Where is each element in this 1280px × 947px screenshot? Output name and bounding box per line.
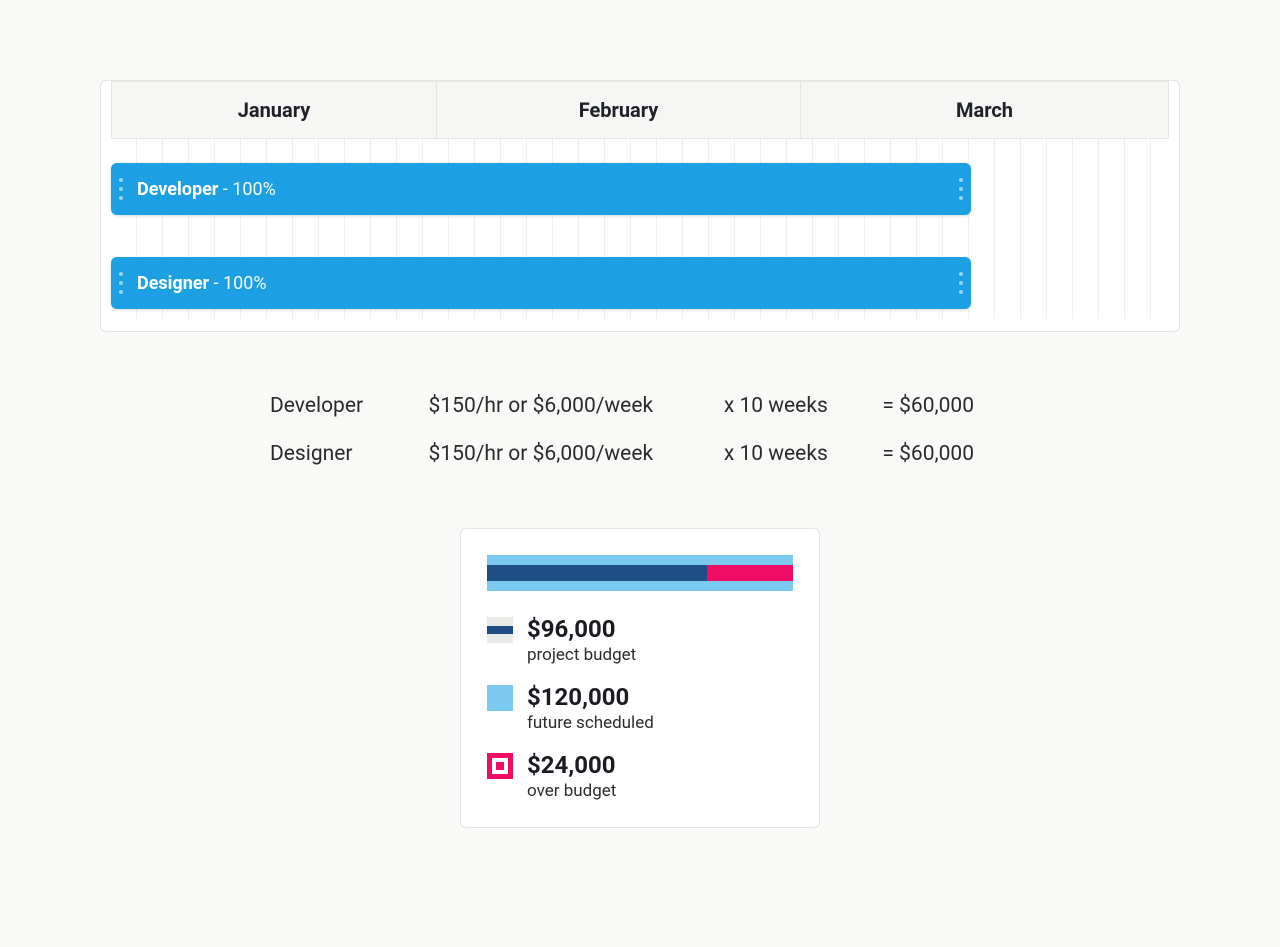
calc-row: Designer $150/hr or $6,000/week x 10 wee…: [270, 430, 1010, 478]
drag-handle-icon[interactable]: [119, 272, 123, 294]
calc-duration: x 10 weeks: [724, 394, 843, 418]
gantt-percent: - 100%: [209, 273, 266, 294]
calc-role: Developer: [270, 394, 389, 418]
legend-label: project budget: [527, 645, 636, 665]
calc-total: = $60,000: [882, 394, 1010, 418]
calc-duration: x 10 weeks: [724, 442, 843, 466]
budget-card: $96,000 project budget $120,000 future s…: [460, 528, 820, 828]
legend-label: over budget: [527, 781, 616, 801]
schedule-gantt: January February March Developer - 100% …: [100, 80, 1180, 332]
calc-rate: $150/hr or $6,000/week: [429, 394, 684, 418]
budget-bar-over: [707, 565, 793, 581]
cost-calculation: Developer $150/hr or $6,000/week x 10 we…: [270, 382, 1010, 478]
gantt-role: Developer: [137, 179, 218, 200]
drag-handle-icon[interactable]: [119, 178, 123, 200]
budget-bar-committed: [487, 565, 707, 581]
month-cell: March: [801, 81, 1169, 138]
drag-handle-icon[interactable]: [959, 272, 963, 294]
legend-amount: $120,000: [527, 683, 654, 711]
budget-bar: [487, 555, 793, 591]
gantt-bar-designer[interactable]: Designer - 100%: [111, 257, 971, 309]
legend-amount: $24,000: [527, 751, 616, 779]
swatch-project-budget-icon: [487, 617, 513, 643]
calc-role: Designer: [270, 442, 389, 466]
drag-handle-icon[interactable]: [959, 178, 963, 200]
gantt-bar-developer[interactable]: Developer - 100%: [111, 163, 971, 215]
legend-future-scheduled: $120,000 future scheduled: [487, 683, 793, 733]
legend-amount: $96,000: [527, 615, 636, 643]
month-header: January February March: [111, 81, 1169, 139]
gantt-grid: Developer - 100% Designer - 100%: [111, 139, 1169, 319]
legend-over-budget: $24,000 over budget: [487, 751, 793, 801]
calc-row: Developer $150/hr or $6,000/week x 10 we…: [270, 382, 1010, 430]
swatch-future-scheduled-icon: [487, 685, 513, 711]
legend-project-budget: $96,000 project budget: [487, 615, 793, 665]
month-cell: February: [437, 81, 801, 138]
swatch-over-budget-icon: [487, 753, 513, 779]
gantt-role: Designer: [137, 273, 209, 294]
gantt-percent: - 100%: [218, 179, 275, 200]
legend-label: future scheduled: [527, 713, 654, 733]
calc-rate: $150/hr or $6,000/week: [429, 442, 684, 466]
month-cell: January: [111, 81, 437, 138]
calc-total: = $60,000: [882, 442, 1010, 466]
